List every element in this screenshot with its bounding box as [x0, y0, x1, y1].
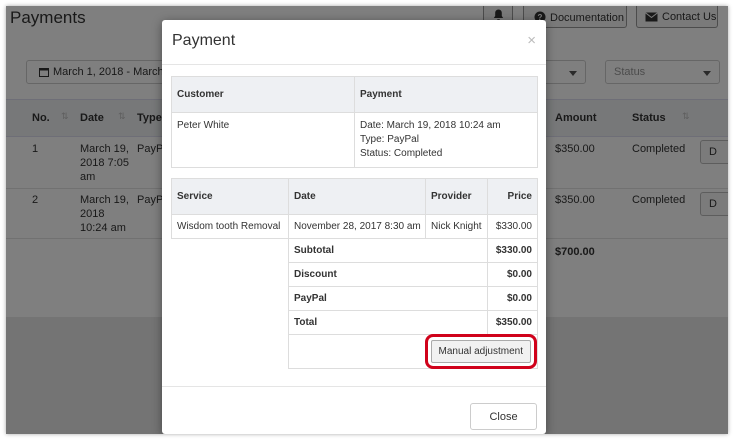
- payment-details: Date: March 19, 2018 10:24 am Type: PayP…: [354, 112, 538, 168]
- paypal-fee-row: PayPal $0.00: [172, 286, 538, 311]
- modal-footer-divider: [162, 386, 546, 387]
- discount-value: $0.00: [487, 262, 538, 287]
- provider-header: Provider: [425, 178, 488, 215]
- total-row: Total $350.00: [172, 310, 538, 335]
- modal-title: Payment: [172, 32, 236, 49]
- subtotal-row: Subtotal $330.00: [172, 238, 538, 263]
- date-header: Date: [288, 178, 426, 215]
- payment-modal: Payment × Customer Payment Peter White D…: [162, 20, 546, 434]
- close-button[interactable]: Close: [470, 403, 537, 430]
- service-name: Wisdom tooth Removal: [171, 214, 289, 239]
- price-header: Price: [487, 178, 538, 215]
- discount-label: Discount: [288, 262, 488, 287]
- paypal-fee-label: PayPal: [288, 286, 488, 311]
- adjustment-cell: Manual adjustment: [288, 334, 538, 369]
- service-header: Service: [171, 178, 289, 215]
- close-icon[interactable]: ×: [527, 32, 536, 49]
- total-label: Total: [288, 310, 488, 335]
- discount-row: Discount $0.00: [172, 262, 538, 287]
- payment-header: Payment: [354, 76, 538, 113]
- subtotal-value: $330.00: [487, 238, 538, 263]
- total-value: $350.00: [487, 310, 538, 335]
- services-table: Service Date Provider Price Wisdom tooth…: [171, 178, 538, 369]
- paypal-fee-value: $0.00: [487, 286, 538, 311]
- modal-header-divider: [162, 64, 546, 65]
- manual-adjustment-button[interactable]: Manual adjustment: [424, 334, 537, 369]
- subtotal-label: Subtotal: [288, 238, 488, 263]
- payment-status: Status: Completed: [360, 148, 443, 159]
- adjustment-row: Manual adjustment: [172, 334, 538, 369]
- customer-header: Customer: [171, 76, 355, 113]
- app-frame: Payments ?Documentation Contact Us March…: [6, 6, 728, 434]
- service-price: $330.00: [487, 214, 538, 239]
- payment-type: Type: PayPal: [360, 134, 419, 145]
- service-provider: Nick Knight: [425, 214, 488, 239]
- service-date: November 28, 2017 8:30 am: [288, 214, 426, 239]
- service-row: Wisdom tooth Removal November 28, 2017 8…: [171, 214, 538, 239]
- customer-payment-table: Customer Payment Peter White Date: March…: [171, 76, 538, 168]
- payment-date: Date: March 19, 2018 10:24 am: [360, 120, 501, 131]
- customer-name: Peter White: [171, 112, 355, 168]
